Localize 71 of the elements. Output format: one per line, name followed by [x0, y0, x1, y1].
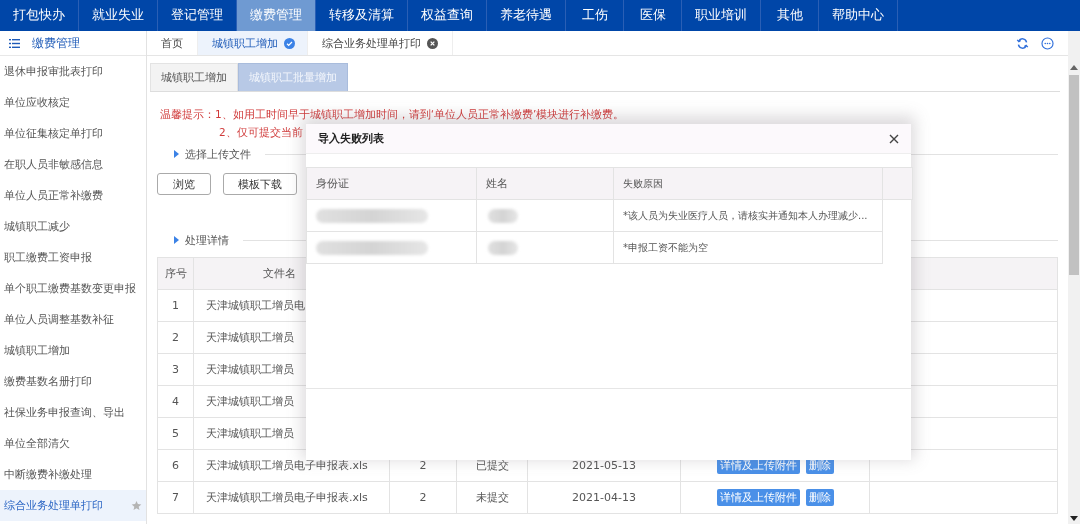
upload-button[interactable]: 浏览: [157, 173, 211, 195]
table-cell: 2: [419, 491, 427, 504]
upload-button[interactable]: 模板下载: [223, 173, 297, 195]
table-cell: 5: [158, 418, 194, 449]
sidebar-item[interactable]: 综合业务处理单打印: [0, 490, 146, 521]
nav-tab[interactable]: 就业失业: [79, 0, 158, 31]
sidebar-title: 缴费管理: [32, 35, 80, 51]
sidebar-item[interactable]: 单位应收核定: [0, 87, 146, 118]
nav-tab[interactable]: 打包快办: [0, 0, 79, 31]
nav-tab[interactable]: 职业培训: [682, 0, 761, 31]
sidebar-item[interactable]: 职工缴费工资申报: [0, 242, 146, 273]
redacted-value: [488, 240, 518, 255]
table-cell: 1: [158, 290, 194, 321]
column-header: 序号: [158, 258, 194, 289]
close-icon[interactable]: [427, 37, 438, 49]
more-icon[interactable]: [1041, 36, 1054, 50]
sidebar-item[interactable]: 单位人员正常补缴费: [0, 180, 146, 211]
page-tab[interactable]: 综合业务处理单打印: [308, 31, 453, 55]
triangle-icon: [174, 150, 179, 158]
column-header: 身份证: [307, 168, 477, 199]
scroll-up-icon[interactable]: [1070, 65, 1078, 70]
table-cell: *申报工资不能为空: [614, 232, 883, 263]
sidebar-item[interactable]: 城镇职工增加: [0, 335, 146, 366]
nav-tab[interactable]: 其他: [761, 0, 819, 31]
scrollbar[interactable]: [1068, 31, 1080, 524]
table-cell: 7: [158, 482, 194, 513]
sidebar-item[interactable]: 城镇职工减少: [0, 211, 146, 242]
table-cell: 天津城镇职工增员电子申报表.xls: [194, 482, 390, 513]
table-cell: 2: [419, 459, 427, 472]
sidebar-item[interactable]: 单位人员调整基数补征: [0, 304, 146, 335]
table-cell: 已提交: [475, 458, 509, 473]
nav-tab[interactable]: 养老待遇: [487, 0, 566, 31]
nav-tab[interactable]: 转移及清算: [316, 0, 408, 31]
section-title: 选择上传文件: [185, 146, 251, 162]
check-circle-icon[interactable]: [284, 37, 295, 49]
refresh-icon[interactable]: [1016, 36, 1029, 50]
nav-tab[interactable]: 权益查询: [408, 0, 487, 31]
table-cell: 2: [158, 322, 194, 353]
dialog-title: 导入失败列表: [318, 131, 384, 146]
section-title: 处理详情: [185, 232, 229, 248]
table-cell: 3: [158, 354, 194, 385]
scroll-down-icon[interactable]: [1070, 516, 1078, 521]
column-header: 姓名: [477, 168, 614, 199]
list-icon: [9, 38, 20, 48]
sidebar-item[interactable]: 缴费基数名册打印: [0, 366, 146, 397]
page-tab[interactable]: 城镇职工增加: [198, 31, 308, 55]
close-icon[interactable]: [889, 133, 899, 144]
scrollbar-thumb[interactable]: [1069, 75, 1079, 275]
sidebar-item[interactable]: 单位全部清欠: [0, 428, 146, 459]
nav-tab[interactable]: 工伤: [566, 0, 624, 31]
table-cell: 2021-05-13: [572, 459, 636, 472]
table-cell: *该人员为失业医疗人员，请核实并通知本人办理减少...: [614, 200, 883, 231]
table-cell: 4: [158, 386, 194, 417]
sidebar-item[interactable]: 单个职工缴费基数变更申报: [0, 273, 146, 304]
sidebar-item[interactable]: 社保业务申报查询、导出: [0, 397, 146, 428]
nav-tab[interactable]: 医保: [624, 0, 682, 31]
notice-text: 温馨提示：1、如用工时间早于城镇职工增加时间，请到‘单位人员正常补缴费’模块进行补缴费。: [160, 107, 626, 122]
notice-text: 2、仅可提交当前: [219, 125, 303, 140]
star-icon[interactable]: [131, 500, 142, 511]
sidebar-item[interactable]: 中断缴费补缴处理: [0, 459, 146, 490]
column-header: 失败原因: [614, 168, 883, 199]
sidebar-item[interactable]: 在职人员非敏感信息: [0, 149, 146, 180]
sidebar-item[interactable]: 单位征集核定单打印: [0, 118, 146, 149]
redacted-value: [488, 208, 518, 223]
table-cell: 未提交: [475, 490, 509, 505]
sub-tab[interactable]: 城镇职工增加: [150, 63, 238, 91]
sidebar-item[interactable]: 退休申报审批表打印: [0, 56, 146, 87]
table-cell: 6: [158, 450, 194, 481]
triangle-icon: [174, 236, 179, 244]
table-cell: 2021-04-13: [572, 491, 636, 504]
nav-tab[interactable]: 帮助中心: [819, 0, 898, 31]
